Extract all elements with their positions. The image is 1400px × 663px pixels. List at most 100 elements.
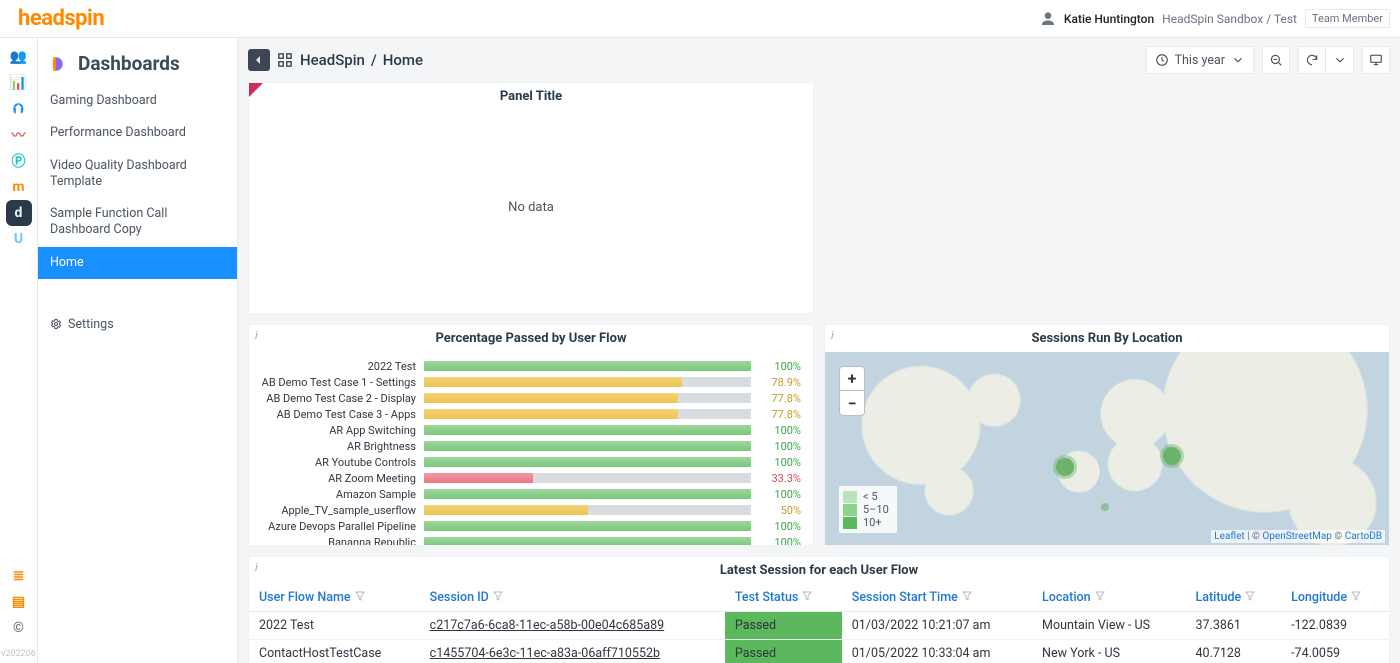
- home-icon[interactable]: ⮉: [6, 96, 32, 122]
- panel-error-corner[interactable]: [249, 83, 263, 97]
- breadcrumb[interactable]: HeadSpin / Home: [300, 51, 423, 69]
- breadcrumb-folder[interactable]: HeadSpin: [300, 51, 365, 69]
- copyright-icon[interactable]: ©: [6, 615, 32, 641]
- filter-icon[interactable]: [1351, 590, 1361, 605]
- docs-icon[interactable]: ▤: [6, 589, 32, 615]
- bar-value: 33.3%: [759, 472, 801, 485]
- sidebar-item[interactable]: Gaming Dashboard: [38, 85, 237, 117]
- table-header[interactable]: User Flow Name: [249, 584, 420, 612]
- list-icon[interactable]: ≣: [6, 563, 32, 589]
- time-range-picker[interactable]: This year: [1146, 46, 1254, 74]
- table-header[interactable]: Test Status: [725, 584, 842, 612]
- bar-row[interactable]: AB Demo Test Case 2 - Display77.8%: [261, 390, 801, 406]
- zoom-out-icon: [1269, 53, 1283, 67]
- analytics-icon[interactable]: 📊: [6, 70, 32, 96]
- dashboards-app-icon: [50, 55, 68, 73]
- sidebar-item[interactable]: Performance Dashboard: [38, 117, 237, 149]
- sidebar-item[interactable]: Video Quality Dashboard Template: [38, 150, 237, 199]
- panel-title: Percentage Passed by User Flow: [249, 325, 813, 352]
- table-header[interactable]: Session Start Time: [842, 584, 1032, 612]
- table-row[interactable]: ContactHostTestCasec1455704-6e3c-11ec-a8…: [249, 640, 1389, 663]
- brand-logo[interactable]: headspin: [18, 6, 104, 31]
- bar-track: [424, 361, 751, 371]
- map-marker[interactable]: [1056, 458, 1074, 476]
- bar-track: [424, 505, 751, 515]
- panel-title: Latest Session for each User Flow: [249, 557, 1389, 584]
- panel-info-icon[interactable]: i: [831, 329, 834, 342]
- bar-track: [424, 441, 751, 451]
- bar-row[interactable]: Azure Devops Parallel Pipeline100%: [261, 518, 801, 534]
- chevron-down-icon: [1333, 53, 1347, 67]
- bar-track: [424, 457, 751, 467]
- map-marker[interactable]: [1101, 503, 1109, 511]
- breadcrumb-page[interactable]: Home: [383, 51, 423, 69]
- sidebar-item[interactable]: Home: [38, 247, 237, 279]
- sidebar-settings[interactable]: Settings: [38, 309, 237, 340]
- bar-track: [424, 425, 751, 435]
- map-zoom-in[interactable]: +: [840, 367, 864, 391]
- chevron-down-icon: [1231, 53, 1245, 67]
- leaflet-link[interactable]: Leaflet: [1214, 531, 1244, 542]
- u-icon[interactable]: U: [6, 226, 32, 252]
- back-button[interactable]: [248, 49, 270, 71]
- bar-row[interactable]: AB Demo Test Case 3 - Apps77.8%: [261, 406, 801, 422]
- map-marker[interactable]: [1163, 447, 1181, 465]
- table-header[interactable]: Latitude: [1186, 584, 1282, 612]
- cell-lat: 40.7128: [1186, 640, 1282, 663]
- bar-label: AB Demo Test Case 2 - Display: [261, 392, 416, 405]
- carto-link[interactable]: CartoDB: [1345, 531, 1382, 542]
- bar-row[interactable]: Amazon Sample100%: [261, 486, 801, 502]
- bar-value: 77.8%: [759, 408, 801, 421]
- bar-row[interactable]: AB Demo Test Case 1 - Settings78.9%: [261, 374, 801, 390]
- bar-row[interactable]: AR Youtube Controls100%: [261, 454, 801, 470]
- table-header[interactable]: Longitude: [1281, 584, 1389, 612]
- bar-track: [424, 537, 751, 545]
- bar-value: 100%: [759, 456, 801, 469]
- bar-value: 50%: [759, 504, 801, 517]
- bar-row[interactable]: Apple_TV_sample_userflow50%: [261, 502, 801, 518]
- percentage-passed-panel: i Percentage Passed by User Flow 2022 Te…: [248, 324, 814, 546]
- sidebar: Dashboards Gaming DashboardPerformance D…: [38, 38, 238, 663]
- cell-status: Passed: [725, 612, 842, 640]
- bar-row[interactable]: 2022 Test100%: [261, 358, 801, 374]
- filter-icon[interactable]: [1095, 590, 1105, 605]
- cell-location: Mountain View - US: [1032, 612, 1185, 640]
- dashboard-icon[interactable]: d: [6, 200, 32, 226]
- bar-label: Amazon Sample: [261, 488, 416, 501]
- map-canvas[interactable]: + − < 55–1010+ Leaflet | © OpenStreetMap…: [825, 352, 1389, 545]
- bar-label: 2022 Test: [261, 360, 416, 373]
- session-link[interactable]: c217c7a6-6ca8-11ec-a58b-00e04c685a89: [430, 618, 665, 633]
- osm-link[interactable]: OpenStreetMap: [1262, 531, 1332, 542]
- filter-icon[interactable]: [962, 590, 972, 605]
- map-zoom-out[interactable]: −: [840, 391, 864, 415]
- zoom-out-button[interactable]: [1262, 46, 1290, 74]
- tv-mode-button[interactable]: [1362, 46, 1390, 74]
- cell-start: 01/05/2022 10:33:04 am: [842, 640, 1032, 663]
- table-row[interactable]: 2022 Testc217c7a6-6ca8-11ec-a58b-00e04c6…: [249, 612, 1389, 640]
- poor-icon[interactable]: Ⓟ: [6, 148, 32, 174]
- m-icon[interactable]: m: [6, 174, 32, 200]
- flows-icon[interactable]: 〰: [6, 122, 32, 148]
- bar-label: AR Zoom Meeting: [261, 472, 416, 485]
- panel-info-icon[interactable]: i: [255, 329, 258, 342]
- filter-icon[interactable]: [1245, 590, 1255, 605]
- cell-lon: -74.0059: [1281, 640, 1389, 663]
- refresh-button[interactable]: [1298, 46, 1326, 74]
- table-header[interactable]: Session ID: [420, 584, 725, 612]
- bar-row[interactable]: AR Brightness100%: [261, 438, 801, 454]
- filter-icon[interactable]: [802, 590, 812, 605]
- refresh-interval-button[interactable]: [1326, 46, 1354, 74]
- bar-value: 100%: [759, 440, 801, 453]
- bar-row[interactable]: Bananna Republic100%: [261, 534, 801, 545]
- filter-icon[interactable]: [355, 590, 365, 605]
- bar-row[interactable]: AR App Switching100%: [261, 422, 801, 438]
- panel-info-icon[interactable]: i: [255, 561, 258, 574]
- toolbar: HeadSpin / Home This year: [238, 38, 1400, 82]
- sidebar-item[interactable]: Sample Function Call Dashboard Copy: [38, 198, 237, 247]
- bar-row[interactable]: AR Zoom Meeting 33.3%: [261, 470, 801, 486]
- table-header[interactable]: Location: [1032, 584, 1185, 612]
- users-icon[interactable]: 👥: [6, 44, 32, 70]
- user-area[interactable]: Katie Huntington HeadSpin Sandbox / Test…: [1040, 9, 1390, 28]
- session-link[interactable]: c1455704-6e3c-11ec-a83a-06aff710552b: [430, 646, 660, 661]
- filter-icon[interactable]: [493, 590, 503, 605]
